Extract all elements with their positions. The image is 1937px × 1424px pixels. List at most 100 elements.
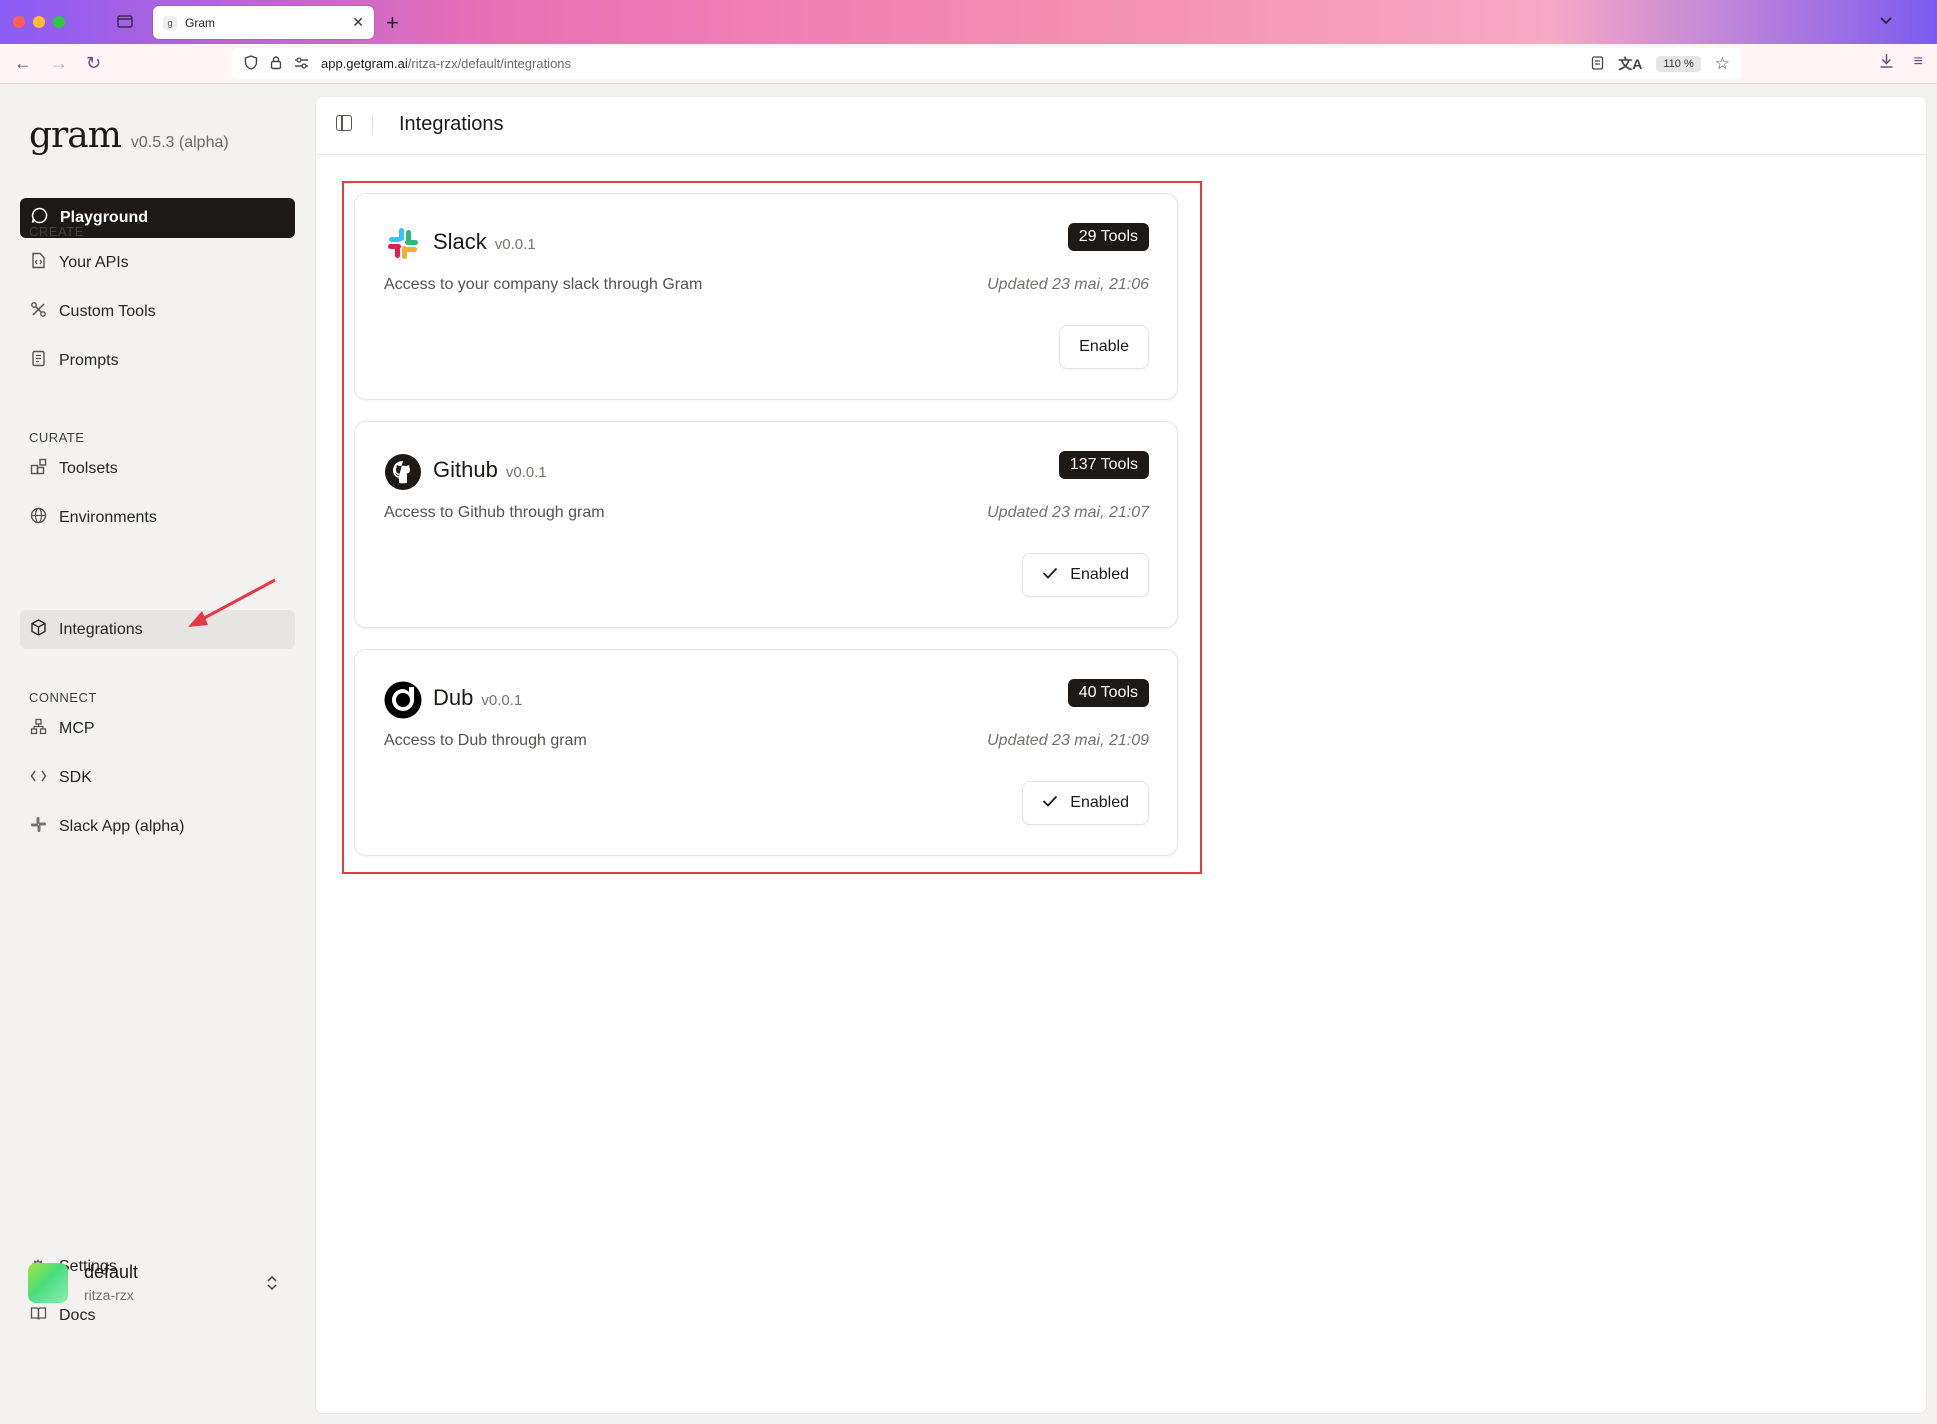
sidebar-item-label: Toolsets (59, 459, 118, 477)
sidebar-item-environments[interactable]: Environments (20, 498, 295, 537)
reload-icon[interactable]: ↻ (86, 53, 101, 74)
address-bar[interactable]: app.getgram.ai/ritza-rzx/default/integra… (232, 48, 1742, 79)
sidebar: gram v0.5.3 (alpha) Playground CREATE Yo… (0, 85, 314, 1424)
section-connect: CONNECT (29, 690, 97, 705)
integration-name: Github (433, 457, 498, 482)
shield-icon[interactable] (244, 54, 258, 73)
project-name: default (84, 1262, 139, 1282)
integration-description: Access to Dub through gram (384, 732, 587, 749)
updated-timestamp: Updated 23 mai, 21:06 (987, 276, 1149, 293)
enable-button-label: Enable (1079, 338, 1129, 355)
sidebar-item-custom-tools[interactable]: Custom Tools (20, 292, 295, 331)
check-icon (1042, 794, 1058, 812)
minimize-window-button[interactable] (33, 16, 45, 28)
tools-count-badge: 137 Tools (1058, 451, 1149, 479)
package-icon (29, 619, 47, 640)
tools-count-badge: 29 Tools (1067, 223, 1149, 251)
app-version: v0.5.3 (alpha) (130, 134, 229, 151)
wrench-tools-icon (29, 301, 47, 322)
check-icon (1042, 566, 1058, 584)
project-switcher[interactable]: default ritza-rzx (28, 1262, 138, 1303)
sidebar-toggle-icon[interactable] (336, 115, 352, 131)
sidebar-item-mcp[interactable]: MCP (20, 709, 295, 748)
enabled-button[interactable]: Enabled (1022, 781, 1149, 825)
menu-icon[interactable]: ≡ (1914, 53, 1923, 74)
chevron-up-down-icon[interactable] (266, 1275, 278, 1294)
sidebar-item-slack-app[interactable]: Slack App (alpha) (20, 807, 295, 846)
downloads-icon[interactable] (1879, 53, 1894, 74)
integration-version: v0.0.1 (505, 464, 547, 481)
close-window-button[interactable] (13, 16, 25, 28)
enabled-button[interactable]: Enabled (1022, 553, 1149, 597)
translate-icon[interactable]: 文A (1618, 54, 1642, 74)
sidebar-item-your-apis[interactable]: Your APIs (20, 243, 295, 282)
network-icon (29, 718, 47, 739)
blocks-icon (29, 458, 47, 479)
sidebar-item-label: SDK (59, 768, 92, 786)
close-tab-icon[interactable]: ✕ (352, 14, 364, 31)
reader-view-icon[interactable] (1591, 55, 1604, 73)
bookmark-star-icon[interactable]: ☆ (1715, 54, 1730, 74)
integration-title: Dub v0.0.1 (433, 685, 522, 711)
integration-name: Dub (433, 685, 474, 710)
url-domain: app.getgram.ai (321, 56, 408, 71)
integration-name: Slack (433, 229, 487, 254)
browser-tab-bar: g Gram ✕ + (0, 0, 1937, 44)
integration-title: Slack v0.0.1 (433, 229, 536, 255)
integration-title: Github v0.0.1 (433, 457, 547, 483)
section-curate: CURATE (29, 430, 85, 445)
sidebar-item-label: Docs (59, 1306, 96, 1324)
integration-card-dub: Dub v0.0.1 40 Tools Access to Dub through… (354, 649, 1178, 856)
globe-icon (29, 507, 47, 528)
notebook-icon (29, 350, 47, 371)
sidebar-item-label: Prompts (59, 351, 119, 369)
enable-button[interactable]: Enable (1059, 325, 1149, 369)
integration-version: v0.0.1 (494, 236, 536, 253)
sidebar-item-label: Environments (59, 508, 157, 526)
page-title: Integrations (399, 113, 504, 135)
header-divider (372, 115, 373, 135)
code-brackets-icon (29, 769, 47, 787)
sidebar-item-sdk[interactable]: SDK (20, 758, 295, 797)
dub-icon (384, 681, 422, 719)
tab-overview-icon[interactable] (116, 12, 136, 32)
enabled-button-label: Enabled (1070, 794, 1129, 811)
url-text[interactable]: app.getgram.ai/ritza-rzx/default/integra… (321, 56, 571, 71)
back-arrow-icon[interactable]: ← (14, 53, 32, 74)
zoom-level[interactable]: 110 % (1656, 56, 1701, 72)
sidebar-item-toolsets[interactable]: Toolsets (20, 449, 295, 488)
slack-icon (388, 228, 418, 259)
forward-arrow-icon[interactable]: → (50, 53, 68, 74)
tab-favicon-icon: g (163, 15, 177, 30)
integration-description: Access to Github through gram (384, 504, 605, 521)
browser-tab[interactable]: g Gram ✕ (153, 6, 374, 39)
section-create: CREATE (29, 224, 84, 239)
file-code-icon (29, 252, 47, 273)
updated-timestamp: Updated 23 mai, 21:07 (987, 504, 1149, 521)
site-permissions-icon[interactable] (294, 56, 309, 72)
sidebar-item-label: Custom Tools (59, 302, 156, 320)
updated-timestamp: Updated 23 mai, 21:09 (987, 732, 1149, 749)
logo-wordmark: gram (29, 115, 122, 156)
maximize-window-button[interactable] (53, 16, 65, 28)
integration-card-github: Github v0.0.1 137 Tools Access to Github … (354, 421, 1178, 628)
lock-icon[interactable] (270, 55, 282, 73)
new-tab-icon[interactable]: + (386, 10, 399, 36)
sidebar-item-label: Integrations (59, 620, 143, 638)
logo[interactable]: gram v0.5.3 (alpha) (29, 115, 229, 156)
avatar (28, 1262, 68, 1303)
enabled-button-label: Enabled (1070, 566, 1129, 583)
tab-list-chevron-icon[interactable] (1879, 12, 1893, 28)
github-icon (385, 454, 421, 490)
annotation-arrow-icon (188, 578, 276, 627)
tab-title: Gram (185, 15, 215, 30)
book-icon (29, 1306, 47, 1325)
sidebar-item-label: Your APIs (59, 253, 129, 271)
browser-nav-bar: ← → ↻ app.getgram.ai/ritza-rzx/default/i… (0, 44, 1937, 84)
integration-card-slack: Slack v0.0.1 29 Tools Access to your comp… (354, 193, 1178, 400)
integration-version: v0.0.1 (481, 692, 523, 709)
sidebar-item-label: MCP (59, 719, 95, 737)
tools-count-badge: 40 Tools (1067, 679, 1149, 707)
page-header: Integrations (316, 97, 1926, 155)
sidebar-item-prompts[interactable]: Prompts (20, 341, 295, 380)
